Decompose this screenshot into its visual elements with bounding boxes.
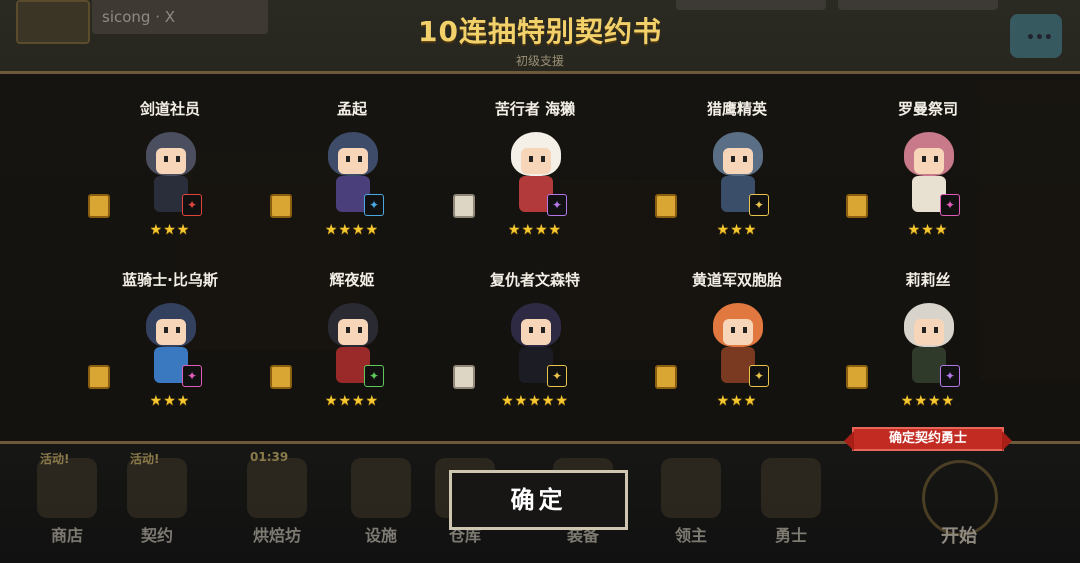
- hero-name: 苦行者 海獭: [494, 100, 576, 118]
- contract-scroll-icon: [453, 365, 475, 389]
- confirm-button[interactable]: 确定: [449, 470, 628, 530]
- nav-icon: [127, 458, 187, 518]
- weapon-icon: ✦: [940, 194, 960, 216]
- weapon-icon: ✦: [182, 365, 202, 387]
- hero-name: 剑道社员: [139, 100, 200, 118]
- hero-card[interactable]: 复仇者文森特 ✦ ★★★★★: [445, 269, 625, 439]
- nav-icon: [351, 458, 411, 518]
- nav-icon: [661, 458, 721, 518]
- star-rating: ★★★: [907, 222, 949, 238]
- weapon-icon: ✦: [364, 365, 384, 387]
- hero-card[interactable]: 莉莉丝 ✦ ★★★★: [838, 269, 1018, 439]
- nav-icon: [37, 458, 97, 518]
- nav-badge: 活动!: [40, 452, 70, 466]
- nav-label: 领主: [674, 526, 707, 545]
- weapon-icon: ✦: [749, 365, 769, 387]
- hero-card[interactable]: 辉夜姬 ✦ ★★★★: [262, 269, 442, 439]
- contract-scroll-icon: [270, 194, 292, 218]
- star-rating: ★★★: [716, 222, 758, 238]
- weapon-icon: ✦: [547, 365, 567, 387]
- weapon-icon: ✦: [547, 194, 567, 216]
- star-rating: ★★★★: [507, 222, 563, 238]
- nav-label: 商店: [50, 526, 83, 545]
- nav-badge: 活动!: [130, 452, 160, 466]
- star-rating: ★★★★: [324, 222, 380, 238]
- hero-name: 罗曼祭司: [897, 100, 958, 118]
- nav-label: 设施: [364, 526, 397, 545]
- contract-scroll-icon: [88, 365, 110, 389]
- star-rating: ★★★: [149, 393, 191, 409]
- star-rating: ★★★: [149, 222, 191, 238]
- resource-box: [838, 0, 998, 10]
- nav-item[interactable]: 活动! 商店: [22, 450, 112, 560]
- hero-card[interactable]: 罗曼祭司 ✦ ★★★: [838, 98, 1018, 268]
- contract-scroll-icon: [453, 194, 475, 218]
- weapon-icon: ✦: [940, 365, 960, 387]
- nav-item[interactable]: 勇士: [746, 450, 836, 560]
- page-title: 10连抽特别契约书: [418, 15, 662, 48]
- chat-icon: •••: [1026, 30, 1053, 46]
- weapon-icon: ✦: [182, 194, 202, 216]
- contract-scroll-icon: [270, 365, 292, 389]
- hero-card[interactable]: 孟起 ✦ ★★★★: [262, 98, 442, 268]
- nav-label: 勇士: [774, 526, 807, 545]
- start-label: 开始: [941, 526, 977, 547]
- confirm-hero-ribbon[interactable]: 确定契约勇士: [844, 427, 1012, 451]
- hero-name: 蓝骑士·比乌斯: [122, 271, 218, 289]
- nav-item[interactable]: 活动! 契约: [112, 450, 202, 560]
- hero-card[interactable]: 剑道社员 ✦ ★★★: [80, 98, 260, 268]
- hero-card[interactable]: 黄道军双胞胎 ✦ ★★★: [647, 269, 827, 439]
- hero-name: 辉夜姬: [329, 271, 375, 289]
- nav-label: 烘焙坊: [252, 526, 301, 545]
- weapon-icon: ✦: [364, 194, 384, 216]
- nav-item[interactable]: 领主: [646, 450, 736, 560]
- chat-button[interactable]: •••: [1010, 14, 1062, 58]
- contract-scroll-icon: [655, 194, 677, 218]
- nav-icon: [761, 458, 821, 518]
- nav-icon: [247, 458, 307, 518]
- nav-item[interactable]: 设施: [336, 450, 426, 560]
- star-rating: ★★★★: [900, 393, 956, 409]
- nav-item[interactable]: 01:39 烘焙坊: [232, 450, 322, 560]
- nav-badge: 01:39: [250, 450, 289, 464]
- nav-label: 契约: [140, 526, 173, 545]
- page-subtitle: 初级支援: [515, 54, 565, 68]
- hero-name: 孟起: [336, 100, 367, 118]
- resource-box: [676, 0, 826, 10]
- hero-card[interactable]: 猎鹰精英 ✦ ★★★: [647, 98, 827, 268]
- contract-scroll-icon: [846, 365, 868, 389]
- contract-scroll-icon: [88, 194, 110, 218]
- hero-name: 猎鹰精英: [706, 100, 767, 118]
- weapon-icon: ✦: [749, 194, 769, 216]
- contract-scroll-icon: [655, 365, 677, 389]
- hero-name: 莉莉丝: [905, 271, 951, 289]
- hero-name: 复仇者文森特: [489, 271, 580, 289]
- hero-name: 黄道军双胞胎: [691, 271, 782, 289]
- star-rating: ★★★★: [324, 393, 380, 409]
- top-bar: sicong · X 10连抽特别契约书 初级支援 •••: [0, 0, 1080, 70]
- star-rating: ★★★: [716, 393, 758, 409]
- star-rating: ★★★★★: [501, 393, 569, 409]
- hero-card[interactable]: 蓝骑士·比乌斯 ✦ ★★★: [80, 269, 260, 439]
- hero-card[interactable]: 苦行者 海獭 ✦ ★★★★: [445, 98, 625, 268]
- results-panel: 剑道社员 ✦ ★★★ 孟起 ✦ ★★★★ 苦行者 海獭 ✦ ★★★★ 猎鹰精英 ✦ ★★★ 罗曼祭司 ✦ ★…: [0, 71, 1080, 444]
- start-button[interactable]: 开始: [904, 450, 1014, 555]
- contract-scroll-icon: [846, 194, 868, 218]
